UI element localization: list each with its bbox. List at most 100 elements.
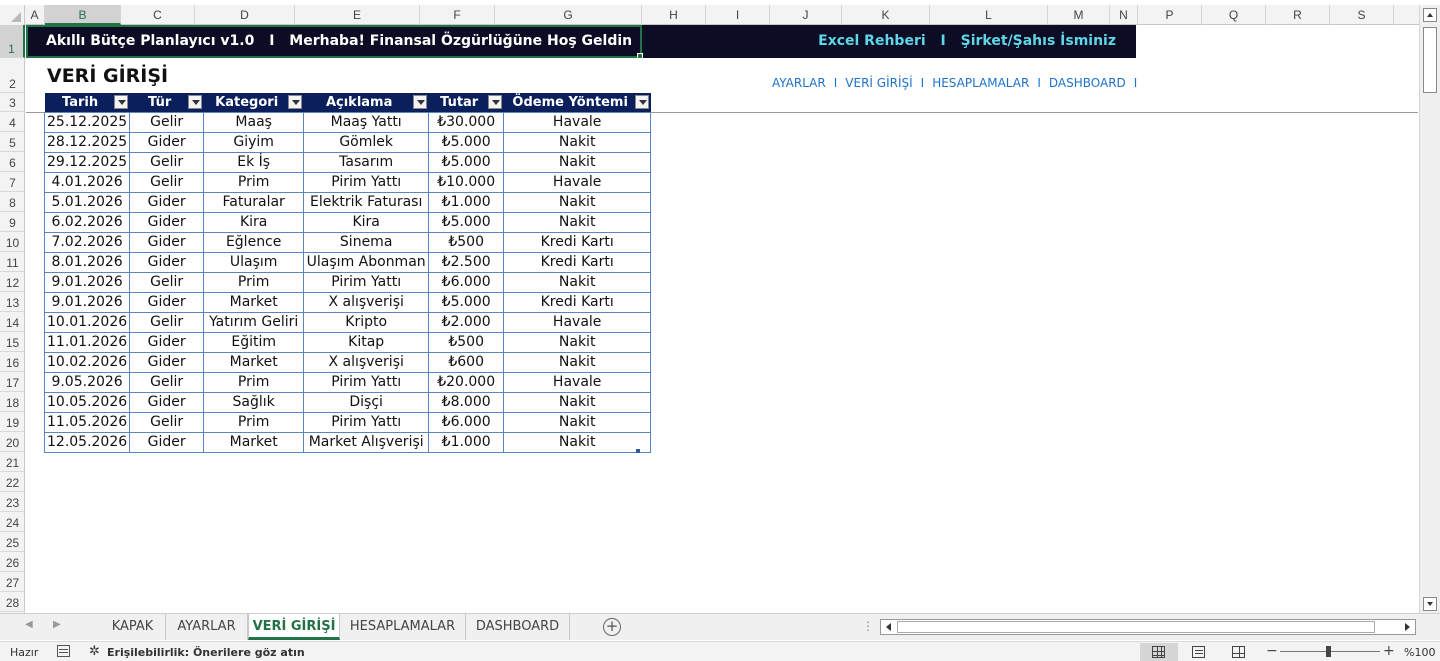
column-header-e[interactable]: E: [295, 5, 420, 25]
row-header-27[interactable]: 27: [0, 572, 25, 592]
table-cell[interactable]: Gider: [129, 391, 205, 413]
column-header-r[interactable]: R: [1266, 5, 1330, 25]
table-cell[interactable]: Gelir: [129, 151, 205, 173]
table-cell[interactable]: Nakit: [503, 431, 652, 453]
table-cell[interactable]: ₺10.000: [428, 171, 505, 193]
horizontal-scrollbar[interactable]: [880, 619, 1416, 635]
table-cell[interactable]: Sağlık: [203, 391, 305, 413]
nav-link-dashboard[interactable]: DASHBOARD: [1049, 76, 1126, 90]
table-cell[interactable]: Market: [203, 291, 305, 313]
table-cell[interactable]: Havale: [503, 371, 652, 393]
table-cell[interactable]: ₺5.000: [428, 291, 505, 313]
table-cell[interactable]: 9.01.2026: [43, 271, 131, 293]
table-cell[interactable]: Yatırım Geliri: [203, 311, 305, 333]
table-cell[interactable]: Ulaşım Abonman: [303, 251, 430, 273]
table-cell[interactable]: 8.01.2026: [43, 251, 131, 273]
row-header-14[interactable]: 14: [0, 312, 25, 332]
table-cell[interactable]: 25.12.2025: [43, 111, 131, 133]
row-header-26[interactable]: 26: [0, 552, 25, 572]
header-banner[interactable]: Akıllı Bütçe Planlayıcı v1.0 I Merhaba! …: [26, 25, 1136, 59]
column-header-c[interactable]: C: [121, 5, 195, 25]
page-layout-view-button[interactable]: [1180, 643, 1218, 661]
nav-link-ayarlar[interactable]: AYARLAR: [772, 76, 826, 90]
sheet-tab[interactable]: AYARLAR: [166, 614, 248, 640]
table-cell[interactable]: Gider: [129, 131, 205, 153]
table-cell[interactable]: Gider: [129, 351, 205, 373]
table-cell[interactable]: ₺6.000: [428, 411, 505, 433]
table-cell[interactable]: Giyim: [203, 131, 305, 153]
table-cell[interactable]: Kredi Kartı: [503, 231, 652, 253]
table-cell[interactable]: Kredi Kartı: [503, 251, 652, 273]
row-header-12[interactable]: 12: [0, 272, 25, 292]
table-cell[interactable]: Kripto: [303, 311, 430, 333]
table-cell[interactable]: Tasarım: [303, 151, 430, 173]
table-cell[interactable]: X alışverişi: [303, 291, 430, 313]
splitter-dots-icon[interactable]: ⋮: [862, 619, 874, 633]
nav-link-veri-girisi[interactable]: VERİ GİRİŞİ: [845, 76, 912, 90]
normal-view-button[interactable]: [1140, 643, 1178, 661]
table-cell[interactable]: Prim: [203, 411, 305, 433]
filter-dropdown-icon[interactable]: [634, 95, 649, 109]
table-cell[interactable]: 11.01.2026: [43, 331, 131, 353]
table-cell[interactable]: Ek İş: [203, 151, 305, 173]
table-cell[interactable]: Market: [203, 431, 305, 453]
table-cell[interactable]: ₺30.000: [428, 111, 505, 133]
table-cell[interactable]: Kitap: [303, 331, 430, 353]
column-header-f[interactable]: F: [420, 5, 495, 25]
column-header-n[interactable]: N: [1110, 5, 1138, 25]
table-cell[interactable]: ₺1.000: [428, 431, 505, 453]
column-header-j[interactable]: J: [770, 5, 842, 25]
row-header-10[interactable]: 10: [0, 232, 25, 252]
row-header-22[interactable]: 22: [0, 472, 25, 492]
table-cell[interactable]: Kira: [303, 211, 430, 233]
scroll-right-icon[interactable]: [1401, 621, 1413, 633]
row-header-9[interactable]: 9: [0, 212, 25, 232]
row-header-6[interactable]: 6: [0, 152, 25, 172]
scroll-left-icon[interactable]: [883, 621, 895, 633]
table-cell[interactable]: Prim: [203, 171, 305, 193]
table-cell[interactable]: 12.05.2026: [43, 431, 131, 453]
scroll-down-icon[interactable]: [1423, 597, 1437, 611]
table-cell[interactable]: Havale: [503, 111, 652, 133]
table-cell[interactable]: Nakit: [503, 391, 652, 413]
hscroll-thumb[interactable]: [897, 621, 1375, 633]
table-cell[interactable]: Nakit: [503, 331, 652, 353]
table-cell[interactable]: ₺2.500: [428, 251, 505, 273]
table-cell[interactable]: Gider: [129, 191, 205, 213]
sheet-tab[interactable]: HESAPLAMALAR: [340, 614, 466, 640]
row-header-1[interactable]: 1: [0, 25, 25, 58]
row-header-7[interactable]: 7: [0, 172, 25, 192]
table-cell[interactable]: ₺5.000: [428, 131, 505, 153]
column-header-s[interactable]: S: [1330, 5, 1394, 25]
table-cell[interactable]: 11.05.2026: [43, 411, 131, 433]
nav-link-hesaplamalar[interactable]: HESAPLAMALAR: [932, 76, 1029, 90]
table-cell[interactable]: Nakit: [503, 351, 652, 373]
table-cell[interactable]: 9.05.2026: [43, 371, 131, 393]
table-cell[interactable]: Gider: [129, 331, 205, 353]
table-cell[interactable]: 4.01.2026: [43, 171, 131, 193]
table-cell[interactable]: Nakit: [503, 191, 652, 213]
filter-dropdown-icon[interactable]: [187, 95, 202, 109]
column-header-g[interactable]: G: [495, 5, 642, 25]
table-cell[interactable]: ₺20.000: [428, 371, 505, 393]
row-header-20[interactable]: 20: [0, 432, 25, 452]
table-cell[interactable]: Gelir: [129, 311, 205, 333]
tab-scroll-right-icon[interactable]: ▶: [53, 619, 61, 630]
table-cell[interactable]: Ulaşım: [203, 251, 305, 273]
table-cell[interactable]: Gelir: [129, 371, 205, 393]
sheet-tab[interactable]: VERİ GİRİŞİ: [248, 614, 340, 640]
row-header-19[interactable]: 19: [0, 412, 25, 432]
table-cell[interactable]: Faturalar: [203, 191, 305, 213]
table-cell[interactable]: ₺500: [428, 231, 505, 253]
table-cell[interactable]: Havale: [503, 311, 652, 333]
table-cell[interactable]: ₺2.000: [428, 311, 505, 333]
table-cell[interactable]: ₺1.000: [428, 191, 505, 213]
row-header-4[interactable]: 4: [0, 112, 25, 132]
row-header-25[interactable]: 25: [0, 532, 25, 552]
table-cell[interactable]: Nakit: [503, 151, 652, 173]
table-cell[interactable]: Gömlek: [303, 131, 430, 153]
row-header-15[interactable]: 15: [0, 332, 25, 352]
table-cell[interactable]: Dişçi: [303, 391, 430, 413]
row-header-2[interactable]: 2: [0, 58, 25, 93]
table-cell[interactable]: 5.01.2026: [43, 191, 131, 213]
